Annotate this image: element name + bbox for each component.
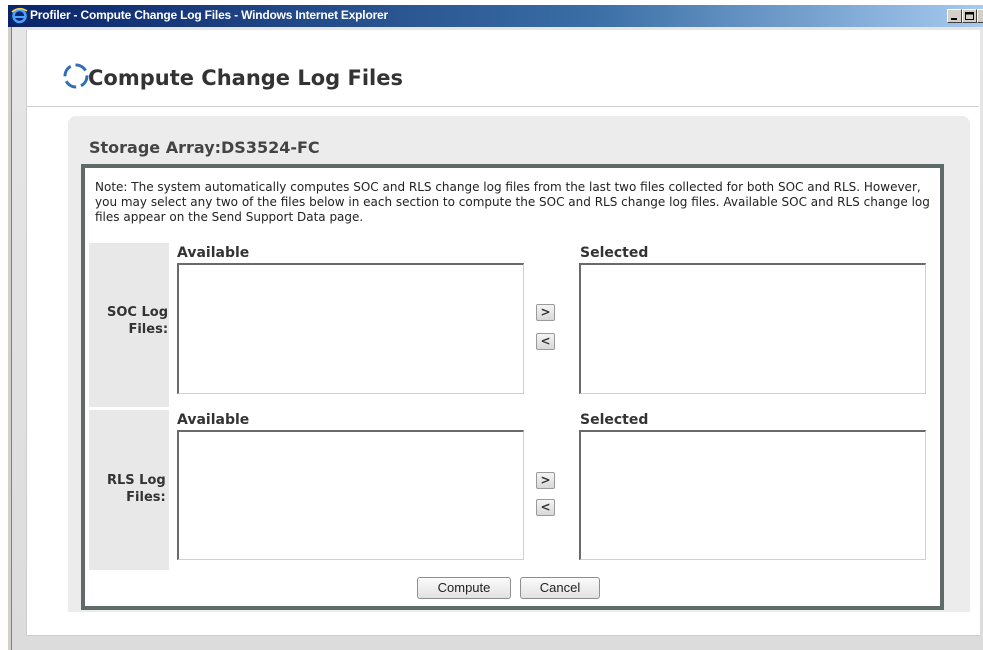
soc-selected-list[interactable]: [579, 263, 926, 394]
rls-remove-button[interactable]: <: [536, 499, 555, 516]
rls-selected-header: Selected: [580, 412, 649, 428]
note-text: Note: The system automatically computes …: [95, 180, 930, 224]
ie-icon: [11, 7, 28, 24]
minimize-button[interactable]: [947, 9, 962, 23]
rls-available-list[interactable]: [177, 430, 524, 560]
maximize-button[interactable]: [962, 9, 977, 23]
compute-button[interactable]: Compute: [417, 577, 511, 599]
spinner-icon: [63, 63, 89, 89]
rls-add-button[interactable]: >: [536, 472, 555, 489]
storage-array-label: Storage Array:DS3524-FC: [89, 138, 320, 157]
rls-available-header: Available: [177, 412, 250, 428]
soc-add-button[interactable]: >: [536, 304, 555, 321]
soc-log-files-label: SOC Log Files:: [107, 304, 168, 338]
window-title-bar[interactable]: Profiler - Compute Change Log Files - Wi…: [8, 5, 983, 27]
soc-available-list[interactable]: [177, 263, 524, 394]
rls-log-files-label: RLS Log Files:: [107, 472, 166, 506]
rls-label-line1: RLS Log: [107, 473, 166, 488]
soc-label-line2: Files:: [128, 322, 169, 337]
minimize-icon: [951, 18, 957, 20]
maximize-icon: [965, 12, 974, 20]
rls-selected-list[interactable]: [579, 430, 926, 560]
window-title: Profiler - Compute Change Log Files - Wi…: [30, 8, 388, 22]
close-button[interactable]: [977, 9, 983, 23]
title-divider: [26, 106, 979, 107]
page-title: Compute Change Log Files: [88, 66, 403, 90]
soc-remove-button[interactable]: <: [536, 333, 555, 350]
cancel-button[interactable]: Cancel: [520, 577, 600, 599]
soc-selected-header: Selected: [580, 245, 649, 261]
soc-label-line1: SOC Log: [107, 305, 169, 320]
soc-available-header: Available: [177, 245, 250, 261]
rls-label-line2: Files:: [126, 490, 166, 505]
